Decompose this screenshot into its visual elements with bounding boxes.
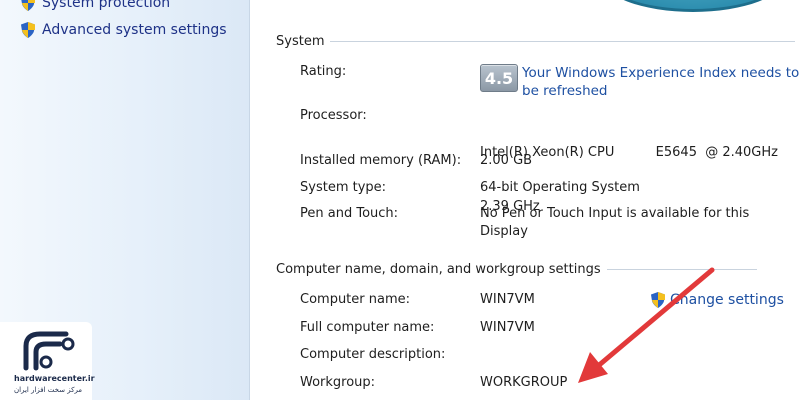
rating-label: Rating:	[300, 64, 347, 79]
system-protection-link[interactable]: System protection	[20, 0, 170, 14]
pen-touch-value: No Pen or Touch Input is available for t…	[480, 205, 749, 241]
computer-description-label: Computer description:	[300, 347, 446, 362]
wei-refresh-link[interactable]: Your Windows Experience Index needs to b…	[522, 64, 799, 100]
system-heading-text: System	[276, 34, 325, 49]
processor-label: Processor:	[300, 108, 367, 123]
pen-touch-line2: Display	[480, 224, 528, 239]
advanced-system-settings-link[interactable]: Advanced system settings	[20, 19, 227, 41]
computer-name-value: WIN7VM	[480, 292, 535, 307]
advanced-system-settings-label: Advanced system settings	[42, 22, 227, 38]
memory-label: Installed memory (RAM):	[300, 153, 462, 168]
wei-link-line2: be refreshed	[522, 83, 608, 99]
circuit-logo-icon	[23, 331, 75, 371]
pen-touch-label: Pen and Touch:	[300, 206, 399, 221]
system-section-heading: System	[276, 34, 796, 49]
system-type-label: System type:	[300, 180, 387, 195]
uac-shield-icon	[20, 0, 36, 12]
change-settings-link[interactable]: Change settings	[650, 290, 784, 310]
computer-name-heading-text: Computer name, domain, and workgroup set…	[276, 262, 601, 277]
uac-shield-icon	[20, 21, 36, 39]
wei-score-badge: 4.5	[480, 64, 518, 92]
full-computer-name-value: WIN7VM	[480, 320, 535, 335]
computer-name-section-heading: Computer name, domain, and workgroup set…	[276, 262, 757, 277]
hardwarecenter-watermark: hardwarecenter.ir مرکز سخت افزار ایران	[0, 322, 95, 400]
workgroup-value: WORKGROUP	[480, 375, 568, 390]
workgroup-label: Workgroup:	[300, 375, 376, 390]
system-protection-label: System protection	[42, 0, 171, 11]
computer-name-label: Computer name:	[300, 292, 411, 307]
wei-link-line1: Your Windows Experience Index needs to	[522, 65, 800, 81]
memory-value: 2.00 GB	[480, 153, 533, 168]
uac-shield-icon	[650, 291, 666, 309]
section-divider	[330, 41, 796, 42]
pen-touch-line1: No Pen or Touch Input is available for t…	[480, 206, 750, 221]
system-type-value: 64-bit Operating System	[480, 180, 640, 195]
windows-logo-fragment	[600, 0, 786, 12]
left-nav-pane: System protection Advanced system settin…	[0, 0, 250, 400]
watermark-subtitle: مرکز سخت افزار ایران	[14, 386, 83, 394]
full-computer-name-label: Full computer name:	[300, 320, 435, 335]
watermark-domain: hardwarecenter.ir	[14, 374, 95, 383]
section-divider	[606, 269, 757, 270]
change-settings-label: Change settings	[670, 292, 784, 308]
